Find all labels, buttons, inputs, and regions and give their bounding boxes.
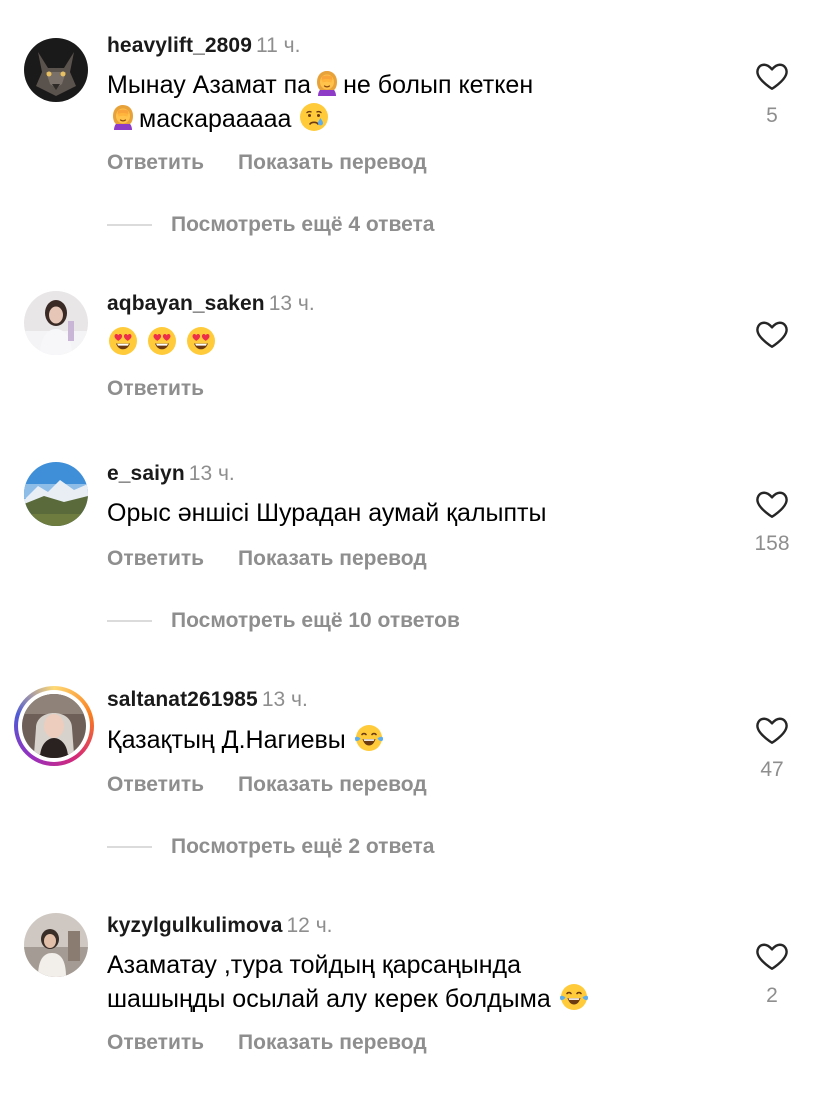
comment-item: kyzylgulkulimova 12 ч. Азаматау ,тура той…: [0, 0, 828, 1093]
timestamp: 12 ч.: [286, 914, 333, 937]
like-count: 2: [766, 984, 778, 1007]
avatar[interactable]: [24, 913, 88, 977]
username[interactable]: kyzylgulkulimova: [107, 914, 283, 937]
show-translation-button[interactable]: Показать перевод: [238, 1031, 427, 1054]
comment-text-line: Азаматау ,тура тойдың қарсаңында: [107, 951, 522, 979]
heart-icon[interactable]: [754, 938, 790, 974]
tears-of-joy-face-icon: [559, 982, 589, 1012]
comment-text: Азаматау ,тура тойдың қарсаңында шашыңды…: [107, 949, 707, 1016]
comment-header: kyzylgulkulimova 12 ч.: [107, 914, 332, 938]
comment-actions: Ответить Показать перевод: [107, 1031, 427, 1055]
like-control: 2: [750, 938, 794, 1008]
comment-text-line: шашыңды осылай алу керек болдыма: [107, 985, 551, 1013]
reply-button[interactable]: Ответить: [107, 1031, 204, 1054]
